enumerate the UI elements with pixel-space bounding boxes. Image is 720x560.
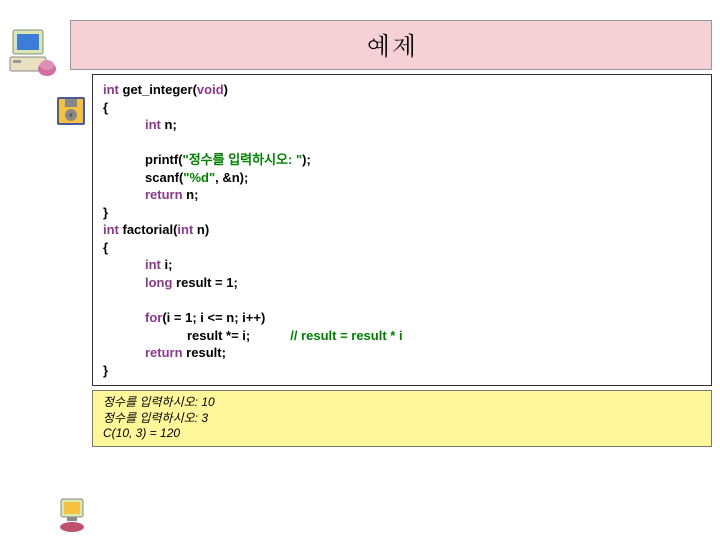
output-line: 정수를 입력하시오: 10 [103,395,701,411]
computer-icon [5,25,60,80]
output-block: 정수를 입력하시오: 10 정수를 입력하시오: 3 C(10, 3) = 12… [92,390,712,447]
title-text: 예제 [365,27,417,63]
floppy-disk-icon [55,95,87,127]
desk-monitor-icon [55,495,89,537]
output-line: C(10, 3) = 120 [103,426,701,442]
code-block: int get_integer(void) { int n; printf("정… [92,74,712,386]
slide-title: 예제 [70,20,712,70]
output-line: 정수를 입력하시오: 3 [103,411,701,427]
